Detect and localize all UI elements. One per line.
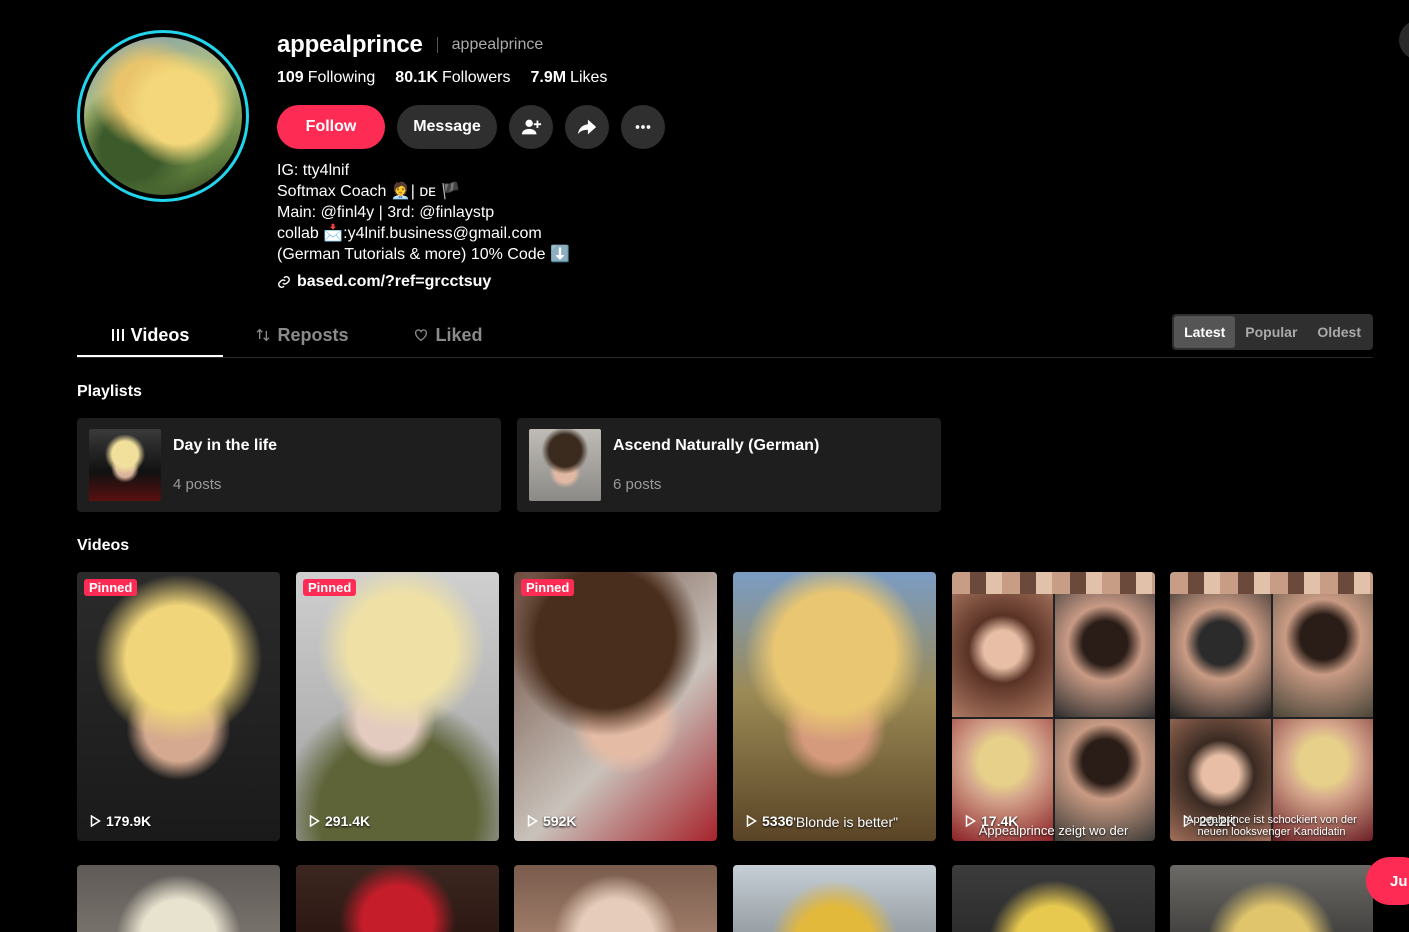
bio-line: (German Tutorials & more) 10% Code ⬇️: [277, 246, 570, 263]
video-card[interactable]: [77, 865, 280, 932]
bio-line: collab 📩:y4lnif.business@gmail.com: [277, 225, 542, 242]
pinned-badge: Pinned: [521, 579, 575, 596]
avatar[interactable]: [77, 30, 249, 202]
video-card[interactable]: [733, 865, 936, 932]
playlist-title: Ascend Naturally (German): [613, 437, 820, 454]
bio-line: IG: tty4lnif: [277, 162, 350, 179]
sort-oldest[interactable]: Oldest: [1307, 316, 1371, 348]
bio-link[interactable]: based.com/?ref=grcctsuy: [277, 273, 491, 291]
nickname: appealprince: [451, 36, 544, 53]
video-card[interactable]: [296, 865, 499, 932]
play-icon: [309, 815, 320, 827]
video-card[interactable]: Pinned 592K: [514, 572, 717, 841]
video-caption: "Blonde is better": [790, 814, 899, 830]
playlists-heading: Playlists: [77, 383, 142, 400]
active-tab-indicator: [77, 355, 223, 357]
tab-bar: Videos Reposts Liked Latest Popular Olde…: [77, 313, 1373, 358]
playlist-thumbnail: [529, 429, 601, 501]
video-caption: Appealprince ist schockiert von der neue…: [1186, 814, 1357, 838]
heart-icon: [415, 329, 428, 342]
sort-toggle: Latest Popular Oldest: [1172, 314, 1373, 350]
avatar-image: [84, 37, 242, 195]
view-count: 291.4K: [309, 813, 370, 829]
grid-icon: [111, 329, 124, 341]
video-card[interactable]: [952, 865, 1155, 932]
video-top-strip: [952, 572, 1155, 594]
profile-header: appealprince appealprince 109 Following 8…: [277, 30, 665, 149]
video-card[interactable]: 5336 "Blonde is better": [733, 572, 936, 841]
video-top-strip: [1170, 572, 1373, 594]
play-icon: [90, 815, 101, 827]
video-card[interactable]: [1170, 865, 1373, 932]
floating-action-button[interactable]: Ju: [1366, 857, 1409, 905]
view-count: 592K: [527, 813, 576, 829]
video-card[interactable]: Pinned 179.9K: [77, 572, 280, 841]
sort-popular[interactable]: Popular: [1235, 316, 1307, 348]
add-person-icon: [521, 119, 542, 135]
playlist-count: 4 posts: [173, 476, 222, 493]
playlist-title: Day in the life: [173, 437, 278, 454]
bio-line: Main: @finl4y | 3rd: @finlaystp: [277, 204, 495, 221]
video-collage: [1170, 594, 1373, 841]
pinned-badge: Pinned: [84, 579, 138, 596]
sort-latest[interactable]: Latest: [1174, 316, 1236, 348]
following-stat[interactable]: 109 Following: [277, 69, 375, 87]
pinned-badge: Pinned: [303, 579, 357, 596]
share-button[interactable]: [565, 105, 609, 149]
message-button[interactable]: Message: [397, 105, 497, 149]
corner-button[interactable]: [1399, 20, 1409, 60]
videos-heading: Videos: [77, 537, 130, 554]
action-buttons: Follow Message: [277, 105, 665, 149]
divider: [436, 37, 438, 53]
tab-reposts[interactable]: Reposts: [247, 313, 357, 357]
play-icon: [527, 815, 538, 827]
likes-stat: 7.9M Likes: [530, 69, 608, 86]
bio-line: Softmax Coach 🧑‍💼| ᴅᴇ 🏴: [277, 183, 461, 200]
video-card[interactable]: 20.2K Appealprince ist schockiert von de…: [1170, 572, 1373, 841]
tab-videos[interactable]: Videos: [77, 313, 223, 357]
followers-stat[interactable]: 80.1K Followers: [395, 69, 510, 87]
playlist-card[interactable]: Day in the life 4 posts: [77, 418, 501, 512]
add-friend-button[interactable]: [509, 105, 553, 149]
more-dots-icon: [635, 125, 651, 129]
video-card[interactable]: 17.4K Appealprince zeigt wo der: [952, 572, 1155, 841]
share-arrow-icon: [577, 119, 597, 135]
video-card[interactable]: Pinned 291.4K: [296, 572, 499, 841]
more-button[interactable]: [621, 105, 665, 149]
tab-liked[interactable]: Liked: [403, 313, 493, 357]
bio-link-text[interactable]: based.com/?ref=grcctsuy: [297, 273, 491, 291]
username: appealprince: [277, 31, 423, 58]
stats-row: 109 Following 80.1K Followers 7.9M Likes: [277, 66, 665, 90]
view-count: 179.9K: [90, 813, 151, 829]
playlist-count: 6 posts: [613, 476, 662, 493]
video-caption: Appealprince zeigt wo der: [978, 823, 1129, 838]
repost-icon: [257, 328, 270, 342]
link-icon: [278, 276, 290, 288]
video-card[interactable]: [514, 865, 717, 932]
profile-page: appealprince appealprince 109 Following 8…: [0, 0, 1409, 932]
follow-button[interactable]: Follow: [277, 105, 385, 149]
bio: IG: tty4lnif Softmax Coach 🧑‍💼| ᴅᴇ 🏴 Mai…: [277, 160, 570, 265]
video-collage: [952, 594, 1155, 841]
playlist-card[interactable]: Ascend Naturally (German) 6 posts: [517, 418, 941, 512]
playlist-thumbnail: [89, 429, 161, 501]
